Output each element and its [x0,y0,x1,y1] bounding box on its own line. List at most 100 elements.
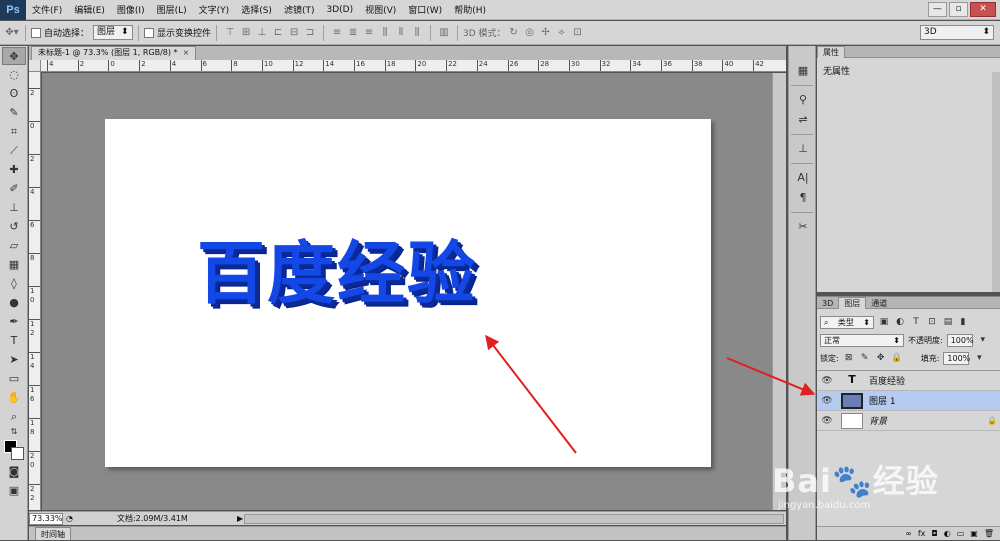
menu-filter[interactable]: 滤镜(T) [278,3,321,16]
3d-slide-icon[interactable]: ⟡ [555,26,569,40]
menu-file[interactable]: 文件(F) [26,3,68,16]
filter-adjustment-icon[interactable]: ◐ [894,316,906,328]
align-vcenter-icon[interactable]: ⊞ [239,26,253,40]
canvas-area[interactable]: 百度经验 [42,73,772,510]
layer-filter-dropdown[interactable]: ⌕ 类型 ⬍ [820,315,874,329]
status-arrow-icon[interactable]: ▶ [237,514,243,523]
opacity-dropdown-icon[interactable]: ▾ [977,334,989,346]
tool-presets-icon[interactable]: ✂ [792,218,814,236]
restore-button[interactable]: ▫ [949,2,968,17]
filter-shape-icon[interactable]: ⊡ [926,316,938,328]
status-menu-icon[interactable]: ◔ [66,514,73,523]
eye-icon[interactable]: 👁 [817,416,837,426]
quick-mask-icon[interactable]: ◙ [2,463,26,481]
3d-rotate-icon[interactable]: ↻ [507,26,521,40]
properties-tab[interactable]: 属性 [817,46,845,58]
blur-tool-icon[interactable]: ◊ [2,275,26,293]
quick-select-tool-icon[interactable]: ✎ [2,104,26,122]
character-panel-icon[interactable]: A| [792,169,814,187]
swap-colors-icon[interactable]: ⇅ [2,427,26,437]
menu-image[interactable]: 图像(I) [111,3,151,16]
menu-edit[interactable]: 编辑(E) [68,3,111,16]
menu-help[interactable]: 帮助(H) [448,3,492,16]
menu-3d[interactable]: 3D(D) [320,5,359,15]
dodge-tool-icon[interactable]: ● [2,294,26,312]
fill-dropdown-icon[interactable]: ▾ [973,352,985,364]
layer-row-layer1[interactable]: 👁 图层 1 [817,391,1000,411]
eye-icon[interactable]: 👁 [817,396,837,406]
align-bottom-icon[interactable]: ⊥ [255,26,269,40]
path-select-tool-icon[interactable]: ➤ [2,351,26,369]
marquee-tool-icon[interactable]: ◌ [2,66,26,84]
ruler-corner[interactable] [29,60,41,72]
delete-layer-icon[interactable]: 🗑 [984,527,994,540]
menu-type[interactable]: 文字(Y) [193,3,236,16]
minimize-button[interactable]: — [928,2,947,17]
align-hcenter-icon[interactable]: ⊟ [287,26,301,40]
distribute-left-icon[interactable]: ⫼ [378,26,392,40]
lock-all-icon[interactable]: 🔒 [891,352,903,364]
menu-view[interactable]: 视图(V) [359,3,402,16]
layer-row-background[interactable]: 👁 背景 🔒 [817,411,1000,431]
document-canvas[interactable]: 百度经验 [105,119,711,467]
zoom-field[interactable]: 73.33% [29,512,63,525]
align-left-icon[interactable]: ⊏ [271,26,285,40]
brush-tool-icon[interactable]: ✐ [2,180,26,198]
brush-presets-icon[interactable]: ⊥ [792,140,814,158]
move-tool-icon[interactable]: ✥ [2,47,26,65]
history-panel-icon[interactable]: ▦ [792,62,814,80]
lasso-tool-icon[interactable]: ʘ [2,85,26,103]
history-brush-tool-icon[interactable]: ↺ [2,218,26,236]
align-top-icon[interactable]: ⊤ [223,26,237,40]
distribute-right-icon[interactable]: ⫼ [410,26,424,40]
menu-select[interactable]: 选择(S) [235,3,278,16]
clone-stamp-tool-icon[interactable]: ⊥ [2,199,26,217]
gradient-tool-icon[interactable]: ▦ [2,256,26,274]
3d-scale-icon[interactable]: ⊡ [571,26,585,40]
blend-mode-dropdown[interactable]: 正常 ⬍ [820,333,904,347]
new-group-icon[interactable]: ▭ [957,527,965,540]
lock-position-icon[interactable]: ✥ [875,352,887,364]
paragraph-panel-icon[interactable]: ¶ [792,189,814,207]
distribute-top-icon[interactable]: ≡ [330,26,344,40]
adjustments-panel-icon[interactable]: ⚲ [792,91,814,109]
filter-pixel-icon[interactable]: ▣ [878,316,890,328]
show-transform-checkbox[interactable] [144,27,155,38]
lock-transparency-icon[interactable]: ⊠ [843,352,855,364]
distribute-bottom-icon[interactable]: ≡ [362,26,376,40]
eraser-tool-icon[interactable]: ▱ [2,237,26,255]
type-tool-icon[interactable]: T [2,332,26,350]
pen-tool-icon[interactable]: ✒ [2,313,26,331]
workspace-dropdown[interactable]: 3D ⬍ [920,25,994,40]
link-layers-icon[interactable]: ∞ [905,527,912,540]
layer-row-type[interactable]: 👁 T 百度经验 [817,371,1000,391]
document-tab[interactable]: 未标题-1 @ 73.3% (图层 1, RGB/8) * × [31,46,197,60]
properties-scrollbar[interactable] [992,72,1000,292]
horizontal-ruler[interactable]: 4 2 0 2 4 6 8 10 12 14 16 18 20 22 24 26 28 30 32 34 36 38 40 4… [41,60,786,72]
close-window-button[interactable]: ✕ [970,2,996,17]
new-layer-icon[interactable]: ▣ [970,527,978,540]
add-mask-icon[interactable]: ◘ [931,527,937,540]
auto-select-checkbox[interactable] [31,27,41,38]
distribute-hcenter-icon[interactable]: ⫴ [394,26,408,40]
distribute-vcenter-icon[interactable]: ≣ [346,26,360,40]
tab-channels[interactable]: 通道 [866,298,892,310]
lock-pixels-icon[interactable]: ✎ [859,352,871,364]
crop-tool-icon[interactable]: ⌗ [2,123,26,141]
screen-mode-icon[interactable]: ▣ [2,482,26,500]
filter-type-icon[interactable]: T [910,316,922,328]
3d-pan-icon[interactable]: ✢ [539,26,553,40]
auto-align-icon[interactable]: ▥ [437,26,451,40]
tab-3d[interactable]: 3D [817,298,838,310]
3d-roll-icon[interactable]: ◎ [523,26,537,40]
eyedropper-tool-icon[interactable]: ⟋ [2,142,26,160]
align-right-icon[interactable]: ⊐ [303,26,317,40]
layer-style-icon[interactable]: fx [918,527,926,540]
background-color-swatch[interactable] [11,447,24,460]
tab-layers[interactable]: 图层 [838,297,867,309]
fill-field[interactable]: 100% [943,351,970,365]
filter-toggle-icon[interactable]: ▮ [958,316,968,328]
zoom-tool-icon[interactable]: ⌕ [2,408,26,426]
timeline-tab[interactable]: 时间轴 [35,527,71,540]
healing-brush-tool-icon[interactable]: ✚ [2,161,26,179]
